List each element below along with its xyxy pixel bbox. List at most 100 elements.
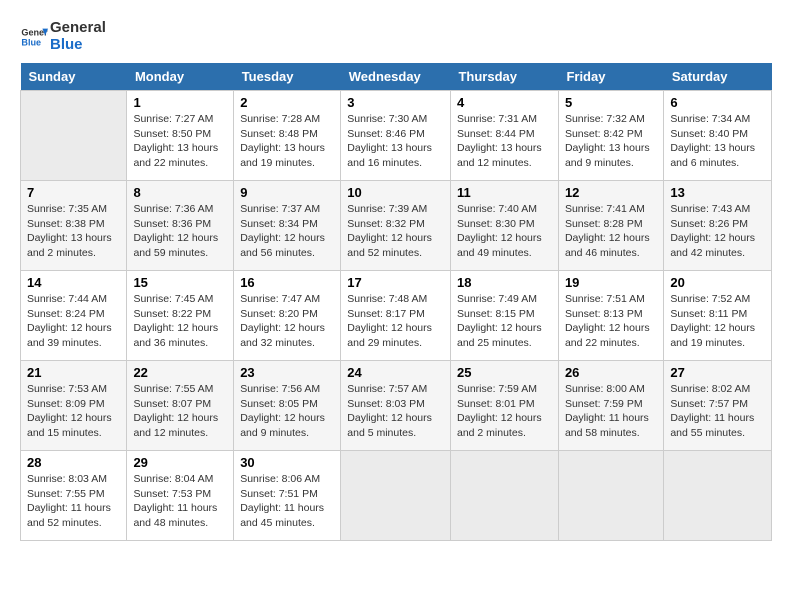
calendar-cell: 10Sunrise: 7:39 AM Sunset: 8:32 PM Dayli… [341, 181, 451, 271]
day-info: Sunrise: 7:41 AM Sunset: 8:28 PM Dayligh… [565, 202, 657, 261]
day-info: Sunrise: 7:30 AM Sunset: 8:46 PM Dayligh… [347, 112, 444, 171]
calendar-cell: 12Sunrise: 7:41 AM Sunset: 8:28 PM Dayli… [558, 181, 663, 271]
day-number: 8 [133, 185, 227, 200]
col-wednesday: Wednesday [341, 63, 451, 91]
calendar-cell [341, 451, 451, 541]
day-number: 16 [240, 275, 334, 290]
calendar-week-4: 21 Sunrise: 7:53 AM Sunset: 8:09 PM Dayli… [21, 361, 772, 451]
day-number: 24 [347, 365, 444, 380]
day-info: Sunrise: 7:44 AM Sunset: 8:24 PM Dayligh… [27, 292, 120, 351]
logo-blue: Blue [50, 37, 106, 54]
day-number: 17 [347, 275, 444, 290]
day-number: 20 [670, 275, 765, 290]
day-number: 21 [27, 365, 120, 380]
calendar-cell: 4 Sunrise: 7:31 AM Sunset: 8:44 PM Daylig… [450, 91, 558, 181]
day-number: 2 [240, 95, 334, 110]
calendar-table: Sunday Monday Tuesday Wednesday Thursday… [20, 63, 772, 541]
calendar-cell: 14 Sunrise: 7:44 AM Sunset: 8:24 PM Dayli… [21, 271, 127, 361]
calendar-cell: 28 Sunrise: 8:03 AM Sunset: 7:55 PM Dayli… [21, 451, 127, 541]
day-number: 4 [457, 95, 552, 110]
day-info: Sunrise: 7:27 AM Sunset: 8:50 PM Dayligh… [133, 112, 227, 171]
day-info: Sunrise: 8:02 AM Sunset: 7:57 PM Dayligh… [670, 382, 765, 441]
day-number: 5 [565, 95, 657, 110]
calendar-cell: 7 Sunrise: 7:35 AM Sunset: 8:38 PM Daylig… [21, 181, 127, 271]
calendar-week-3: 14 Sunrise: 7:44 AM Sunset: 8:24 PM Dayli… [21, 271, 772, 361]
day-info: Sunrise: 7:43 AM Sunset: 8:26 PM Dayligh… [670, 202, 765, 261]
day-number: 10 [347, 185, 444, 200]
day-info: Sunrise: 8:06 AM Sunset: 7:51 PM Dayligh… [240, 472, 334, 531]
day-info: Sunrise: 7:34 AM Sunset: 8:40 PM Dayligh… [670, 112, 765, 171]
day-info: Sunrise: 7:45 AM Sunset: 8:22 PM Dayligh… [133, 292, 227, 351]
day-info: Sunrise: 8:03 AM Sunset: 7:55 PM Dayligh… [27, 472, 120, 531]
day-number: 13 [670, 185, 765, 200]
day-info: Sunrise: 7:37 AM Sunset: 8:34 PM Dayligh… [240, 202, 334, 261]
calendar-cell [558, 451, 663, 541]
day-info: Sunrise: 7:55 AM Sunset: 8:07 PM Dayligh… [133, 382, 227, 441]
day-number: 14 [27, 275, 120, 290]
calendar-cell: 21 Sunrise: 7:53 AM Sunset: 8:09 PM Dayli… [21, 361, 127, 451]
logo-general: General [50, 20, 106, 37]
day-info: Sunrise: 7:40 AM Sunset: 8:30 PM Dayligh… [457, 202, 552, 261]
day-number: 11 [457, 185, 552, 200]
calendar-cell: 17 Sunrise: 7:48 AM Sunset: 8:17 PM Dayli… [341, 271, 451, 361]
calendar-cell: 3 Sunrise: 7:30 AM Sunset: 8:46 PM Daylig… [341, 91, 451, 181]
calendar-cell: 11 Sunrise: 7:40 AM Sunset: 8:30 PM Dayli… [450, 181, 558, 271]
calendar-week-5: 28 Sunrise: 8:03 AM Sunset: 7:55 PM Dayli… [21, 451, 772, 541]
calendar-cell: 6Sunrise: 7:34 AM Sunset: 8:40 PM Daylig… [664, 91, 772, 181]
calendar-week-2: 7 Sunrise: 7:35 AM Sunset: 8:38 PM Daylig… [21, 181, 772, 271]
calendar-cell: 8 Sunrise: 7:36 AM Sunset: 8:36 PM Daylig… [127, 181, 234, 271]
calendar-cell: 27 Sunrise: 8:02 AM Sunset: 7:57 PM Dayli… [664, 361, 772, 451]
col-sunday: Sunday [21, 63, 127, 91]
day-number: 28 [27, 455, 120, 470]
calendar-cell: 5 Sunrise: 7:32 AM Sunset: 8:42 PM Daylig… [558, 91, 663, 181]
calendar-cell [664, 451, 772, 541]
calendar-cell: 26Sunrise: 8:00 AM Sunset: 7:59 PM Dayli… [558, 361, 663, 451]
day-info: Sunrise: 8:00 AM Sunset: 7:59 PM Dayligh… [565, 382, 657, 441]
calendar-cell: 29 Sunrise: 8:04 AM Sunset: 7:53 PM Dayli… [127, 451, 234, 541]
calendar-cell: 15 Sunrise: 7:45 AM Sunset: 8:22 PM Dayli… [127, 271, 234, 361]
calendar-cell [450, 451, 558, 541]
calendar-cell: 25 Sunrise: 7:59 AM Sunset: 8:01 PM Dayli… [450, 361, 558, 451]
day-info: Sunrise: 7:32 AM Sunset: 8:42 PM Dayligh… [565, 112, 657, 171]
day-info: Sunrise: 7:47 AM Sunset: 8:20 PM Dayligh… [240, 292, 334, 351]
day-info: Sunrise: 7:36 AM Sunset: 8:36 PM Dayligh… [133, 202, 227, 261]
day-info: Sunrise: 7:49 AM Sunset: 8:15 PM Dayligh… [457, 292, 552, 351]
col-thursday: Thursday [450, 63, 558, 91]
day-number: 9 [240, 185, 334, 200]
day-info: Sunrise: 7:28 AM Sunset: 8:48 PM Dayligh… [240, 112, 334, 171]
day-number: 25 [457, 365, 552, 380]
col-saturday: Saturday [664, 63, 772, 91]
day-number: 29 [133, 455, 227, 470]
day-info: Sunrise: 7:31 AM Sunset: 8:44 PM Dayligh… [457, 112, 552, 171]
day-number: 15 [133, 275, 227, 290]
day-info: Sunrise: 7:53 AM Sunset: 8:09 PM Dayligh… [27, 382, 120, 441]
calendar-cell: 1Sunrise: 7:27 AM Sunset: 8:50 PM Daylig… [127, 91, 234, 181]
calendar-cell: 18 Sunrise: 7:49 AM Sunset: 8:15 PM Dayli… [450, 271, 558, 361]
day-info: Sunrise: 7:35 AM Sunset: 8:38 PM Dayligh… [27, 202, 120, 261]
day-number: 30 [240, 455, 334, 470]
calendar-cell: 19 Sunrise: 7:51 AM Sunset: 8:13 PM Dayli… [558, 271, 663, 361]
day-number: 3 [347, 95, 444, 110]
day-info: Sunrise: 7:57 AM Sunset: 8:03 PM Dayligh… [347, 382, 444, 441]
calendar-cell: 20Sunrise: 7:52 AM Sunset: 8:11 PM Dayli… [664, 271, 772, 361]
day-number: 7 [27, 185, 120, 200]
page-header: General Blue General Blue [20, 20, 772, 53]
day-info: Sunrise: 7:51 AM Sunset: 8:13 PM Dayligh… [565, 292, 657, 351]
calendar-body: 1Sunrise: 7:27 AM Sunset: 8:50 PM Daylig… [21, 91, 772, 541]
calendar-cell: 16 Sunrise: 7:47 AM Sunset: 8:20 PM Dayli… [234, 271, 341, 361]
header-row: Sunday Monday Tuesday Wednesday Thursday… [21, 63, 772, 91]
day-number: 22 [133, 365, 227, 380]
day-info: Sunrise: 8:04 AM Sunset: 7:53 PM Dayligh… [133, 472, 227, 531]
col-friday: Friday [558, 63, 663, 91]
day-info: Sunrise: 7:48 AM Sunset: 8:17 PM Dayligh… [347, 292, 444, 351]
day-info: Sunrise: 7:59 AM Sunset: 8:01 PM Dayligh… [457, 382, 552, 441]
calendar-header: Sunday Monday Tuesday Wednesday Thursday… [21, 63, 772, 91]
day-number: 19 [565, 275, 657, 290]
calendar-cell: 30 Sunrise: 8:06 AM Sunset: 7:51 PM Dayli… [234, 451, 341, 541]
day-number: 23 [240, 365, 334, 380]
calendar-cell: 9 Sunrise: 7:37 AM Sunset: 8:34 PM Daylig… [234, 181, 341, 271]
calendar-cell: 13 Sunrise: 7:43 AM Sunset: 8:26 PM Dayli… [664, 181, 772, 271]
logo-icon: General Blue [20, 23, 48, 51]
day-number: 27 [670, 365, 765, 380]
day-number: 18 [457, 275, 552, 290]
